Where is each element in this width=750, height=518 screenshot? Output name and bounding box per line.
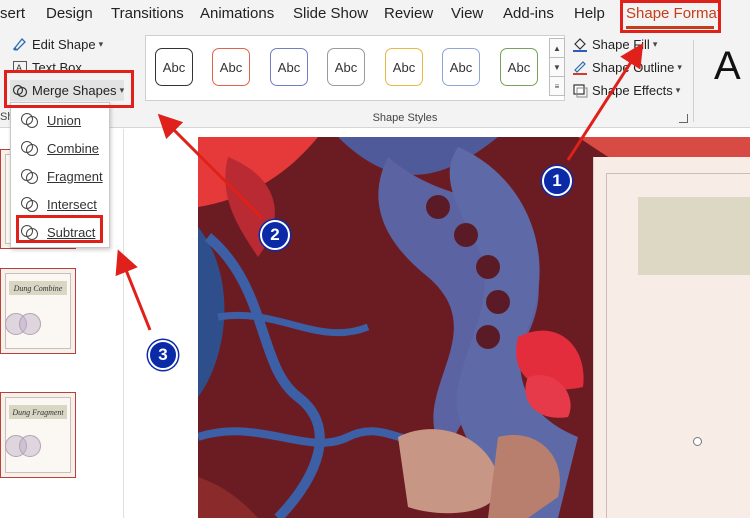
shape-effects-icon [572, 82, 588, 98]
tab-animations[interactable]: Animations [200, 5, 274, 22]
style-preset-7[interactable]: Abc [500, 48, 538, 86]
merge-fragment-item[interactable]: Fragment [11, 163, 109, 189]
step-badge-2: 2 [260, 220, 290, 250]
merge-intersect-item[interactable]: Intersect [11, 191, 109, 217]
slide-editing-area[interactable] [593, 157, 750, 518]
resize-handle[interactable] [693, 437, 702, 446]
style-preset-3[interactable]: Abc [270, 48, 308, 86]
merge-union-item[interactable]: Union [11, 107, 109, 133]
shape-effects-button[interactable]: Shape Effects ▾ [572, 82, 680, 98]
style-preset-1[interactable]: Abc [155, 48, 193, 86]
fragment-icon [21, 169, 38, 184]
shape-fill-label: Shape Fill [592, 36, 650, 52]
gallery-scroll-up[interactable]: ▲ [549, 38, 565, 58]
slide-thumbnail-3[interactable]: Dung Fragment [0, 392, 76, 478]
style-preset-6[interactable]: Abc [442, 48, 480, 86]
shape-effects-label: Shape Effects [592, 82, 673, 98]
merge-combine-item[interactable]: Combine [11, 135, 109, 161]
group-separator [693, 40, 694, 122]
pen-outline-icon [572, 59, 588, 75]
tab-view[interactable]: View [451, 5, 483, 22]
tab-transitions[interactable]: Transitions [111, 5, 184, 22]
tab-review[interactable]: Review [384, 5, 433, 22]
union-icon [21, 113, 38, 128]
highlight-shape-format-tab [620, 0, 721, 33]
combine-icon [21, 141, 38, 156]
paint-bucket-icon [572, 36, 588, 52]
edit-shape-button[interactable]: Edit Shape ▾ [12, 36, 103, 52]
intersect-icon [21, 197, 38, 212]
thumbnail-title: Dung Combine [9, 281, 67, 295]
step-badge-3: 3 [148, 340, 178, 370]
highlight-merge-shapes [4, 70, 134, 108]
tab-help[interactable]: Help [574, 5, 605, 22]
style-preset-2[interactable]: Abc [212, 48, 250, 86]
style-preset-4[interactable]: Abc [327, 48, 365, 86]
dialog-launcher-icon[interactable] [679, 114, 688, 123]
edit-shape-label: Edit Shape [32, 36, 96, 52]
thumbnail-title: Dung Fragment [9, 405, 67, 419]
gallery-more[interactable]: ≡ [549, 76, 565, 96]
chevron-down-icon: ▾ [98, 38, 104, 49]
tab-insert[interactable]: sert [0, 5, 25, 22]
shape-styles-gallery: Abc Abc Abc Abc Abc Abc Abc [145, 35, 565, 101]
arrow-to-subtract [115, 249, 152, 331]
shape-styles-group-label: Shape Styles [372, 112, 438, 124]
thumbnail-circle [19, 313, 41, 335]
step-badge-1: 1 [542, 166, 572, 196]
thumbnail-circle [19, 435, 41, 457]
shape-outline-label: Shape Outline [592, 59, 675, 75]
edit-shape-icon [12, 36, 28, 52]
tab-add-ins[interactable]: Add-ins [503, 5, 554, 22]
slide-thumbnail-2[interactable]: Dung Combine [0, 268, 76, 354]
style-preset-5[interactable]: Abc [385, 48, 423, 86]
shape-fill-button[interactable]: Shape Fill ▾ [572, 36, 657, 52]
chevron-down-icon: ▾ [652, 38, 658, 49]
tab-design[interactable]: Design [46, 5, 93, 22]
highlight-subtract [16, 215, 103, 243]
chevron-down-icon: ▾ [677, 61, 682, 72]
chevron-down-icon: ▾ [675, 84, 681, 95]
gallery-scroll-down[interactable]: ▼ [549, 57, 565, 77]
tab-slide-show[interactable]: Slide Show [293, 5, 368, 22]
wordart-style-preview[interactable]: A [714, 44, 741, 89]
title-placeholder[interactable] [638, 197, 750, 275]
shape-outline-button[interactable]: Shape Outline ▾ [572, 59, 682, 75]
